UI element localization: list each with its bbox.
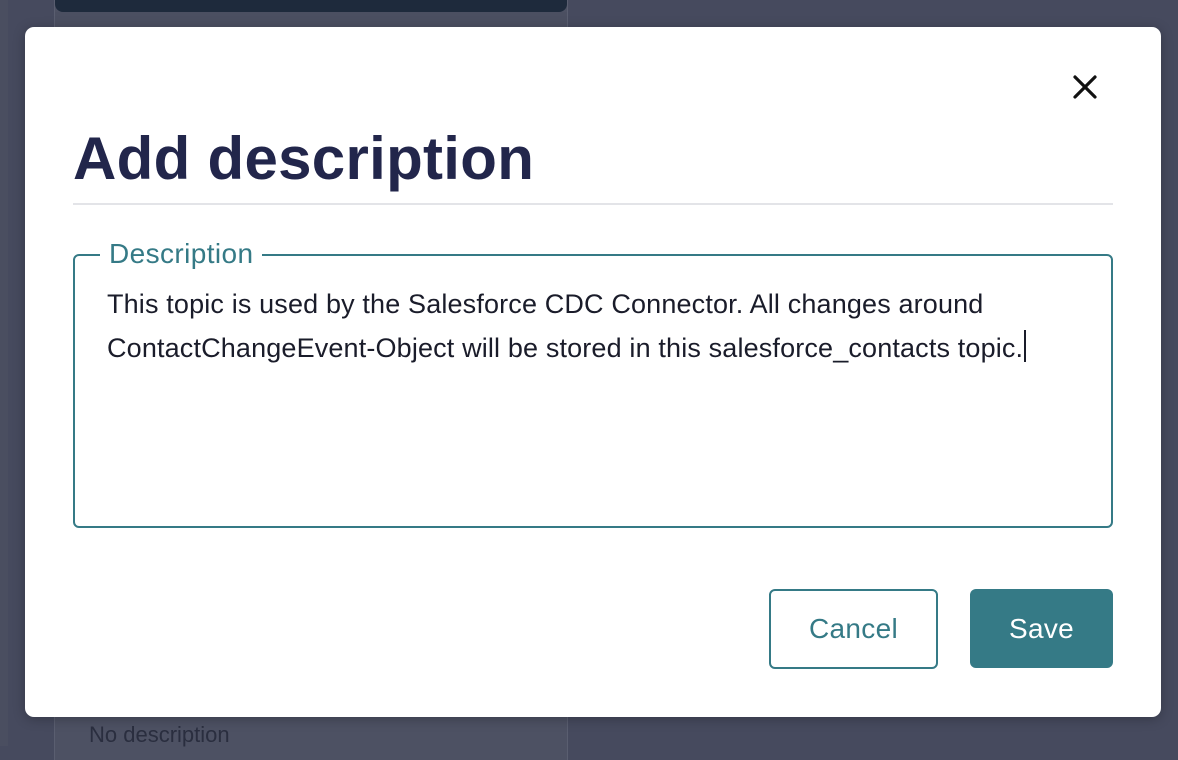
cancel-button[interactable]: Cancel xyxy=(769,589,938,669)
description-textarea[interactable]: This topic is used by the Salesforce CDC… xyxy=(107,282,1097,512)
title-divider xyxy=(73,203,1113,205)
background-edge xyxy=(0,0,8,746)
description-field[interactable]: Description This topic is used by the Sa… xyxy=(73,236,1113,528)
background-card-header xyxy=(55,0,567,12)
close-button[interactable] xyxy=(1065,67,1105,107)
close-icon xyxy=(1072,74,1098,100)
background-no-description-text: No description xyxy=(89,722,230,747)
add-description-dialog: Add description Description This topic i… xyxy=(25,27,1161,717)
text-cursor xyxy=(1024,330,1027,362)
description-label: Description xyxy=(100,236,263,272)
save-button[interactable]: Save xyxy=(970,589,1113,668)
description-text: This topic is used by the Salesforce CDC… xyxy=(107,289,1024,363)
background-card-body xyxy=(55,12,567,26)
dialog-title: Add description xyxy=(73,125,535,192)
